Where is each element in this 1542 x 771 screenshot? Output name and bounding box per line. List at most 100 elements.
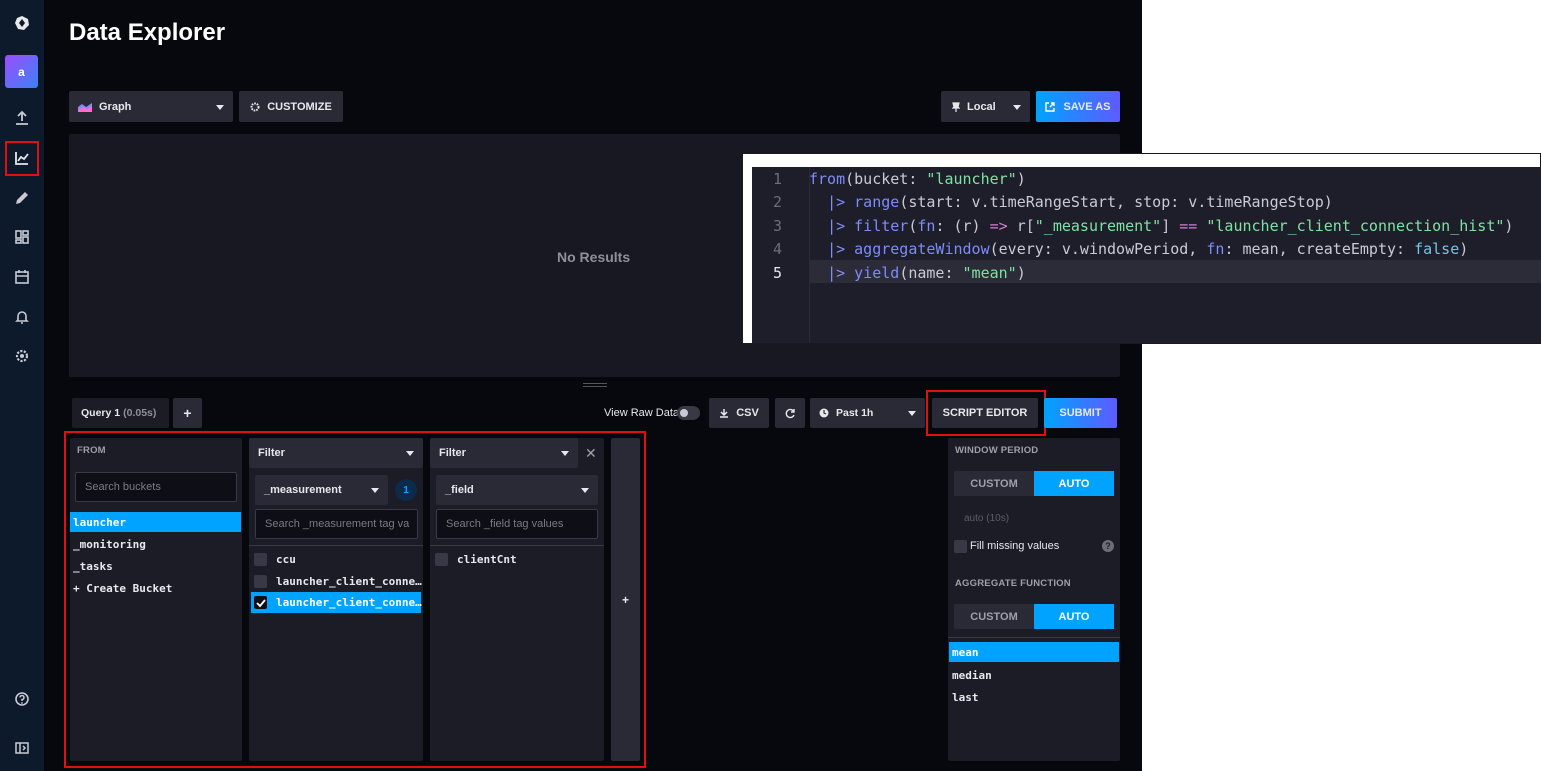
sidebar: a [0,0,44,771]
code-token: (start: v.timeRangeStart, stop: v.timeRa… [899,193,1333,211]
dashboards-icon[interactable] [8,223,36,251]
function-custom-button[interactable]: CUSTOM [954,604,1034,629]
submit-label: SUBMIT [1059,407,1102,419]
calendar-icon[interactable] [8,263,36,291]
function-item-mean[interactable]: mean [949,642,1119,662]
script-editor-callout: 1 from(bucket: "launcher") 2 |> range(star… [742,153,1541,344]
code-token: from [809,169,846,188]
window-auto-button[interactable]: AUTO [1034,471,1114,496]
code-text: |> yield(name: "mean") [792,264,1026,282]
auto-label: AUTO [1058,477,1090,490]
line-number: 1 [772,169,782,188]
upload-icon[interactable] [8,104,36,132]
influxdb-logo-icon[interactable] [8,9,36,37]
function-item-median[interactable]: median [952,665,992,685]
avatar-letter: a [18,64,25,79]
chevron-down-icon [908,411,916,416]
checkbox[interactable] [954,539,967,553]
refresh-button[interactable] [775,398,805,428]
time-range-dropdown[interactable]: Past 1h [810,398,925,428]
graph-type-dropdown[interactable]: Graph [69,91,233,122]
chevron-down-icon [216,104,224,110]
pencil-icon[interactable] [8,184,36,212]
view-raw-data-toggle[interactable] [677,406,700,420]
code-token: => [989,216,1008,235]
csv-button[interactable]: CSV [709,398,769,428]
code-token: filter [854,216,909,235]
nav-highlight-box [5,141,39,176]
graph-type-label: Graph [99,100,132,113]
timezone-dropdown[interactable]: Local [941,91,1030,122]
function-item-last[interactable]: last [952,687,979,707]
no-results-text: No Results [557,249,631,265]
customize-label: CUSTOMIZE [267,100,332,113]
submit-button[interactable]: SUBMIT [1044,398,1117,428]
page-title: Data Explorer [69,19,226,46]
add-query-label: + [183,405,192,421]
code-text: |> filter(fn: (r) => r["_measurement"] =… [792,217,1513,235]
help-icon[interactable]: ? [1102,540,1114,552]
external-link-icon [1045,101,1056,112]
line-number: 4 [772,240,782,258]
code-token: |> [827,193,846,211]
query-tab-label: Query 1 [81,407,121,419]
line-number: 5 [772,263,782,282]
bell-icon[interactable] [8,303,36,331]
fill-missing-values-checkbox[interactable]: Fill missing values [954,538,1059,554]
function-auto-button[interactable]: AUTO [1034,604,1114,629]
data-explorer-app: a Data Explorer Graph CUSTOMIZE Local SA… [0,0,1142,771]
code-token: r[ [1007,216,1035,235]
code-token: ) [1459,240,1469,258]
code-text: |> aggregateWindow(every: v.windowPeriod… [792,240,1468,258]
function-label: median [952,668,992,682]
collapse-sidebar-icon[interactable] [8,734,36,762]
customize-button[interactable]: CUSTOMIZE [239,91,343,122]
code-token: "_measurement" [1034,216,1162,235]
code-token: range [854,193,900,211]
code-token: fn [917,216,936,235]
line-number: 3 [772,216,782,235]
code-token: "launcher_client_connection_hist" [1206,216,1505,235]
help-icon[interactable] [8,685,36,713]
chevron-down-icon [1013,104,1021,110]
flux-code-editor[interactable]: 1 from(bucket: "launcher") 2 |> range(star… [752,167,1541,343]
code-token: aggregateWindow [854,240,990,258]
gear-icon [250,102,260,111]
code-token: |> [827,216,846,235]
code-token: yield [854,263,900,282]
code-line: 1 from(bucket: "launcher") [752,167,1541,190]
aggregate-function-heading: AGGREGATE FUNCTION [955,578,1071,589]
code-token: : (r) [935,216,990,235]
window-custom-button[interactable]: CUSTOM [954,471,1034,496]
code-token: == [1179,216,1198,235]
aggregate-function-toggle: CUSTOM AUTO [954,604,1114,629]
timezone-label: Local [967,100,996,113]
save-as-button[interactable]: SAVE AS [1036,91,1120,122]
gear-icon[interactable] [8,342,36,370]
window-period-heading: WINDOW PERIOD [955,445,1039,456]
pin-icon [952,101,960,112]
script-editor-highlight-box [926,390,1046,436]
code-text: from(bucket: "launcher") [792,170,1026,188]
fill-missing-label: Fill missing values [970,540,1060,552]
avatar[interactable]: a [5,55,38,88]
add-query-button[interactable]: + [173,398,202,428]
resize-handle[interactable] [583,383,607,387]
code-token: ] [1161,216,1180,235]
custom-label: CUSTOM [970,610,1018,623]
clock-icon [819,408,829,418]
tab-query-1[interactable]: Query 1 (0.05s) [72,398,169,428]
window-period-toggle: CUSTOM AUTO [954,471,1114,496]
csv-label: CSV [736,407,759,419]
view-raw-data-label: View Raw Data [604,407,679,419]
code-text: |> range(start: v.timeRangeStart, stop: … [792,193,1333,211]
function-label: mean [952,645,979,659]
code-token: "mean" [962,263,1017,282]
